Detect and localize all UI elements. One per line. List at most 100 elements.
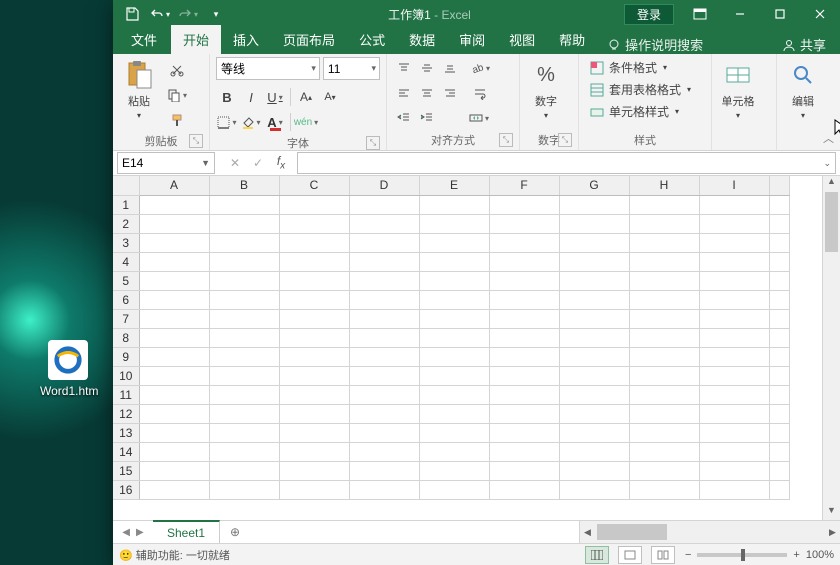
cell-B9[interactable] — [209, 347, 279, 366]
cell-C4[interactable] — [279, 252, 349, 271]
cell-I15[interactable] — [699, 461, 769, 480]
cell-A1[interactable] — [139, 195, 209, 214]
cell-H5[interactable] — [629, 271, 699, 290]
horizontal-scrollbar[interactable]: ◀▶ — [579, 521, 840, 543]
cell-C14[interactable] — [279, 442, 349, 461]
cell-I8[interactable] — [699, 328, 769, 347]
cell-G13[interactable] — [559, 423, 629, 442]
cell-H1[interactable] — [629, 195, 699, 214]
cell-F4[interactable] — [489, 252, 559, 271]
cell-I4[interactable] — [699, 252, 769, 271]
cell-C6[interactable] — [279, 290, 349, 309]
phonetic-button[interactable]: wén — [295, 111, 317, 133]
minimize-button[interactable] — [720, 0, 760, 28]
tab-formula[interactable]: 公式 — [347, 25, 397, 54]
cell-E3[interactable] — [419, 233, 489, 252]
decrease-font-button[interactable]: A▾ — [319, 86, 341, 108]
cell-F5[interactable] — [489, 271, 559, 290]
cell-G7[interactable] — [559, 309, 629, 328]
cell-B5[interactable] — [209, 271, 279, 290]
cell-I9[interactable] — [699, 347, 769, 366]
cell-B14[interactable] — [209, 442, 279, 461]
cell-F10[interactable] — [489, 366, 559, 385]
cell-E5[interactable] — [419, 271, 489, 290]
cell-B13[interactable] — [209, 423, 279, 442]
cell-B8[interactable] — [209, 328, 279, 347]
cell-C13[interactable] — [279, 423, 349, 442]
cell-B15[interactable] — [209, 461, 279, 480]
cell-I3[interactable] — [699, 233, 769, 252]
column-header-G[interactable]: G — [559, 176, 629, 195]
cell-D5[interactable] — [349, 271, 419, 290]
cell-F16[interactable] — [489, 480, 559, 499]
cell-H9[interactable] — [629, 347, 699, 366]
cell-H6[interactable] — [629, 290, 699, 309]
tab-data[interactable]: 数据 — [397, 25, 447, 54]
cell-H4[interactable] — [629, 252, 699, 271]
name-box[interactable]: E14▼ — [117, 152, 215, 174]
cell-D8[interactable] — [349, 328, 419, 347]
conditional-formatting-button[interactable]: 条件格式▾ — [585, 57, 705, 78]
column-header-A[interactable]: A — [139, 176, 209, 195]
cell-B4[interactable] — [209, 252, 279, 271]
normal-view-button[interactable] — [585, 546, 609, 564]
cell-A10[interactable] — [139, 366, 209, 385]
align-right-button[interactable] — [439, 82, 461, 104]
cell-H11[interactable] — [629, 385, 699, 404]
cell-E11[interactable] — [419, 385, 489, 404]
cell-E12[interactable] — [419, 404, 489, 423]
cell-C5[interactable] — [279, 271, 349, 290]
cell-D9[interactable] — [349, 347, 419, 366]
cell-F6[interactable] — [489, 290, 559, 309]
increase-indent-button[interactable] — [416, 107, 438, 129]
cell-F9[interactable] — [489, 347, 559, 366]
cell-C16[interactable] — [279, 480, 349, 499]
cell-F12[interactable] — [489, 404, 559, 423]
undo-button[interactable]: ▾ — [147, 2, 173, 26]
cell-I13[interactable] — [699, 423, 769, 442]
paste-button[interactable]: 粘贴▾ — [119, 57, 159, 131]
cell-G2[interactable] — [559, 214, 629, 233]
row-header-3[interactable]: 3 — [113, 233, 139, 252]
zoom-level[interactable]: 100% — [806, 549, 834, 561]
cell-H10[interactable] — [629, 366, 699, 385]
underline-button[interactable]: U — [264, 86, 286, 108]
cells-button[interactable]: 单元格▾ — [718, 57, 758, 146]
orientation-button[interactable]: ab — [469, 57, 491, 79]
sheet-tab-sheet1[interactable]: Sheet1 — [153, 520, 220, 543]
vertical-scrollbar[interactable]: ▲▼ — [822, 176, 840, 520]
cell-E16[interactable] — [419, 480, 489, 499]
cell-H12[interactable] — [629, 404, 699, 423]
accessibility-status[interactable]: 🙂 辅助功能: 一切就绪 — [119, 547, 230, 563]
cell-D12[interactable] — [349, 404, 419, 423]
column-header-I[interactable]: I — [699, 176, 769, 195]
cell-B1[interactable] — [209, 195, 279, 214]
clipboard-launcher[interactable]: ⤡ — [189, 134, 203, 148]
row-header-9[interactable]: 9 — [113, 347, 139, 366]
cell-G10[interactable] — [559, 366, 629, 385]
increase-font-button[interactable]: A▴ — [295, 86, 317, 108]
cell-A12[interactable] — [139, 404, 209, 423]
row-header-4[interactable]: 4 — [113, 252, 139, 271]
row-header-14[interactable]: 14 — [113, 442, 139, 461]
cell-E14[interactable] — [419, 442, 489, 461]
merge-button[interactable] — [468, 107, 490, 129]
border-button[interactable] — [216, 111, 238, 133]
column-header-D[interactable]: D — [349, 176, 419, 195]
cell-G11[interactable] — [559, 385, 629, 404]
cell-D7[interactable] — [349, 309, 419, 328]
column-header-C[interactable]: C — [279, 176, 349, 195]
cell-C2[interactable] — [279, 214, 349, 233]
cell-A15[interactable] — [139, 461, 209, 480]
page-layout-view-button[interactable] — [618, 546, 642, 564]
cell-I14[interactable] — [699, 442, 769, 461]
cell-G6[interactable] — [559, 290, 629, 309]
cell-F7[interactable] — [489, 309, 559, 328]
cell-B16[interactable] — [209, 480, 279, 499]
titlebar[interactable]: ▾ ▾ ▾ 工作簿1 - Excel 登录 — [113, 0, 840, 28]
column-header-F[interactable]: F — [489, 176, 559, 195]
cell-F15[interactable] — [489, 461, 559, 480]
cell-I2[interactable] — [699, 214, 769, 233]
cell-G16[interactable] — [559, 480, 629, 499]
row-header-1[interactable]: 1 — [113, 195, 139, 214]
